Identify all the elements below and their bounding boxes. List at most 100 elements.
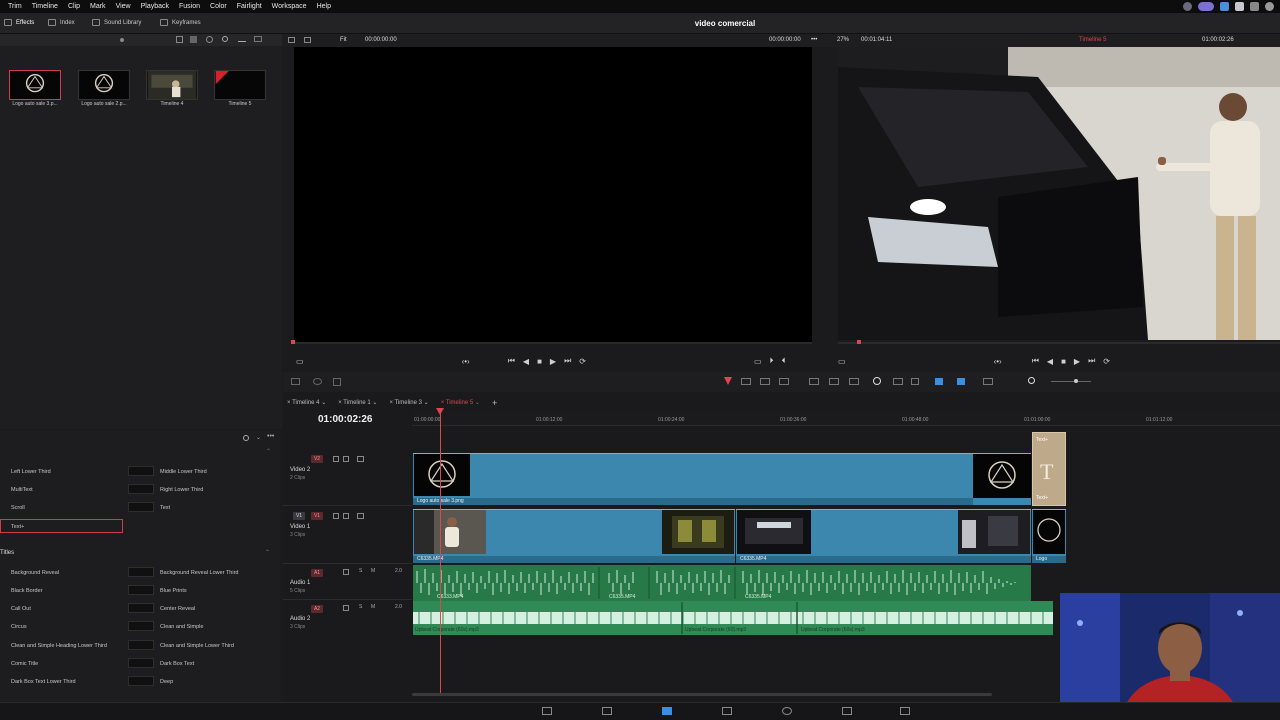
video-enable-icon[interactable] bbox=[357, 513, 364, 519]
go-to-start-icon[interactable]: ⏮ bbox=[508, 356, 515, 366]
grid-icon[interactable] bbox=[1220, 2, 1229, 11]
track-header-v1[interactable]: V1 V1 Video 1 3 Clips bbox=[283, 506, 412, 564]
lock-icon[interactable] bbox=[333, 513, 339, 519]
keyframes-tab[interactable]: Keyframes bbox=[160, 19, 201, 26]
layout-icon[interactable]: ▭ bbox=[296, 357, 304, 366]
solo-button[interactable]: S bbox=[359, 568, 362, 574]
source-playhead[interactable] bbox=[291, 340, 295, 344]
effect-item[interactable]: Center Reveal bbox=[160, 606, 195, 612]
fairlight-page-icon[interactable] bbox=[842, 707, 852, 715]
collapse-icon[interactable]: ⌃ bbox=[265, 549, 270, 556]
menu-fusion[interactable]: Fusion bbox=[179, 3, 200, 10]
fusion-page-icon[interactable] bbox=[722, 707, 732, 715]
video-enable-icon[interactable] bbox=[357, 456, 364, 462]
audio-clip-a2[interactable]: Upbeat Corporate (60s).mp3 Upbeat Corpor… bbox=[413, 601, 1053, 635]
play-icon[interactable]: ▶ bbox=[1074, 357, 1080, 366]
play-reverse-icon[interactable]: ◀ bbox=[1047, 357, 1053, 366]
search-icon[interactable] bbox=[222, 36, 228, 42]
color-page-icon[interactable] bbox=[782, 707, 792, 715]
effect-item[interactable]: Clean and Simple bbox=[160, 624, 203, 630]
solo-button[interactable]: S bbox=[359, 604, 362, 610]
sort-icon[interactable] bbox=[206, 36, 213, 43]
track-header-a1[interactable]: A1 Audio 1 5 Clips S M 2.0 bbox=[283, 564, 412, 600]
replace-icon[interactable] bbox=[849, 378, 859, 385]
menu-help[interactable]: Help bbox=[317, 3, 331, 10]
cloud-icon[interactable] bbox=[1183, 2, 1192, 11]
snapping-icon[interactable] bbox=[873, 377, 881, 385]
timeline-scrollbar[interactable] bbox=[412, 693, 992, 696]
deliver-page-icon[interactable] bbox=[900, 707, 910, 715]
blade-tool-icon[interactable] bbox=[779, 378, 789, 385]
chevron-down-icon[interactable]: ⌄ bbox=[256, 434, 261, 441]
fit-select[interactable]: Fit bbox=[340, 37, 347, 43]
sound-library-tab[interactable]: Sound Library bbox=[92, 19, 141, 26]
zoom-slider[interactable] bbox=[1051, 381, 1091, 382]
program-viewer[interactable] bbox=[838, 47, 1280, 340]
tab-timeline-3[interactable]: × Timeline 3 ⌄ bbox=[385, 399, 432, 406]
zoom-select[interactable]: 27% bbox=[837, 37, 849, 43]
menu-view[interactable]: View bbox=[116, 3, 131, 10]
mute-button[interactable]: M bbox=[371, 568, 375, 574]
media-page-icon[interactable] bbox=[542, 707, 552, 715]
list-view-icon[interactable] bbox=[176, 36, 183, 43]
menu-mark[interactable]: Mark bbox=[90, 3, 106, 10]
timeline-view-icon[interactable] bbox=[291, 378, 300, 385]
link-icon[interactable] bbox=[893, 378, 903, 385]
media-clip[interactable] bbox=[78, 70, 130, 100]
source-viewer[interactable] bbox=[294, 47, 812, 342]
auto-select-icon[interactable] bbox=[343, 569, 349, 575]
effect-item[interactable]: Scroll bbox=[11, 505, 25, 511]
effect-item[interactable]: Deep bbox=[160, 679, 173, 685]
window-icon[interactable] bbox=[1250, 2, 1259, 11]
effect-item[interactable]: Background Reveal bbox=[11, 570, 59, 576]
program-playhead[interactable] bbox=[857, 340, 861, 344]
effect-item[interactable]: Black Border bbox=[11, 588, 43, 594]
track-badge[interactable]: A1 bbox=[311, 569, 323, 577]
options-icon[interactable] bbox=[333, 378, 341, 386]
search-icon[interactable] bbox=[243, 435, 249, 441]
menu-fairlight[interactable]: Fairlight bbox=[237, 3, 262, 10]
lock-icon[interactable] bbox=[911, 378, 919, 385]
effect-item[interactable]: Clean and Simple Heading Lower Third bbox=[11, 643, 107, 649]
audio-clip-a1[interactable]: C6333.MP4 C6335.MP4 C6335.MP4 bbox=[413, 565, 1031, 601]
viewer-options-icon[interactable]: ▭ bbox=[838, 357, 846, 366]
timeline-select[interactable]: Timeline 5 bbox=[1079, 37, 1106, 43]
playhead-line[interactable] bbox=[440, 410, 441, 695]
go-to-end-icon[interactable]: ⏭ bbox=[1088, 356, 1095, 366]
user-icon[interactable] bbox=[1235, 2, 1244, 11]
slider-handle-icon[interactable] bbox=[120, 38, 124, 42]
cut-page-icon[interactable] bbox=[602, 707, 612, 715]
effect-item-selected[interactable]: Text+ bbox=[0, 519, 123, 533]
auto-select-icon[interactable] bbox=[343, 605, 349, 611]
media-clip[interactable] bbox=[9, 70, 61, 100]
grid-view-icon[interactable] bbox=[190, 36, 197, 43]
effects-tab[interactable]: Effects bbox=[4, 19, 34, 26]
more-options-icon[interactable]: ••• bbox=[267, 433, 274, 440]
source-scrubber[interactable] bbox=[292, 342, 812, 344]
flag-icon[interactable] bbox=[935, 378, 943, 385]
track-badge[interactable]: V2 bbox=[311, 455, 323, 463]
media-clip[interactable] bbox=[146, 70, 198, 100]
effect-item[interactable]: Right Lower Third bbox=[160, 487, 203, 493]
effect-item[interactable]: Middle Lower Third bbox=[160, 469, 207, 475]
auto-select-icon[interactable] bbox=[343, 513, 349, 519]
edit-page-icon[interactable] bbox=[662, 707, 672, 715]
menu-timeline[interactable]: Timeline bbox=[32, 3, 58, 10]
effect-item[interactable]: Dark Box Text Lower Third bbox=[11, 679, 76, 685]
go-to-start-icon[interactable]: ⏮ bbox=[1032, 356, 1039, 366]
menu-trim[interactable]: Trim bbox=[8, 3, 22, 10]
trim-tool-icon[interactable] bbox=[741, 378, 751, 385]
effect-item[interactable]: MultiText bbox=[11, 487, 33, 493]
play-icon[interactable]: ▶ bbox=[550, 357, 556, 366]
jog-icon[interactable]: ‹•› bbox=[994, 357, 1002, 366]
tab-timeline-1[interactable]: × Timeline 1 ⌄ bbox=[334, 399, 381, 406]
text-plus-clip[interactable]: Text+ T Text+ bbox=[1032, 432, 1066, 506]
zoom-icon[interactable] bbox=[1028, 377, 1035, 384]
dynamic-trim-icon[interactable] bbox=[760, 378, 770, 385]
single-viewer-icon[interactable] bbox=[304, 37, 311, 43]
select-tool-icon[interactable] bbox=[724, 377, 732, 385]
track-header-a2[interactable]: A2 Audio 2 3 Clips S M 2.0 bbox=[283, 600, 412, 636]
mute-button[interactable]: M bbox=[371, 604, 375, 610]
track-header-v2[interactable]: V2 Video 2 2 Clips bbox=[283, 450, 412, 506]
play-reverse-icon[interactable]: ◀ bbox=[523, 357, 529, 366]
